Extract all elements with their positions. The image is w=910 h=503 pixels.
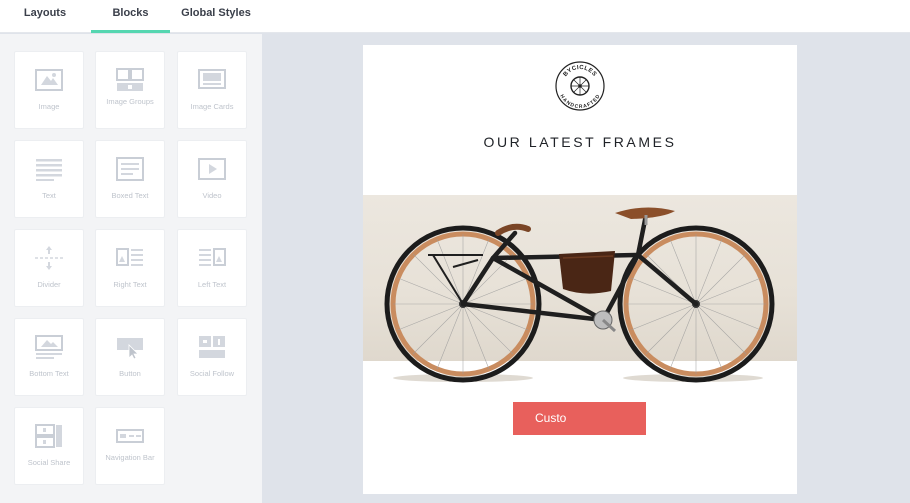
top-tab-bar: Layouts Blocks Global Styles — [0, 0, 910, 33]
block-label: Social Follow — [189, 369, 235, 378]
block-video[interactable]: Video — [177, 140, 247, 218]
block-image-groups[interactable]: Image Groups — [95, 51, 165, 129]
divider-icon — [35, 246, 63, 270]
logo-top-text: BYCICLES — [563, 65, 597, 78]
block-text[interactable]: Text — [14, 140, 84, 218]
boxed-text-icon — [116, 157, 144, 181]
block-label: Image Cards — [190, 102, 234, 111]
bicycle-image — [384, 207, 775, 383]
image-cards-icon — [198, 69, 226, 89]
video-icon — [198, 158, 226, 180]
tab-blocks[interactable]: Blocks — [91, 0, 170, 33]
email-headline: OUR LATEST FRAMES — [483, 134, 677, 150]
block-bottom-text[interactable]: Bottom Text — [14, 318, 84, 396]
block-label: Image — [38, 102, 60, 111]
block-label: Right Text — [113, 280, 147, 289]
block-label: Divider — [37, 280, 61, 289]
svg-text:HANDCRAFTED: HANDCRAFTED — [558, 93, 601, 110]
social-share-icon — [35, 424, 62, 448]
block-label: Left Text — [197, 280, 227, 289]
navigation-bar-icon — [116, 429, 144, 443]
block-image[interactable]: Image — [14, 51, 84, 129]
image-group-icon — [116, 68, 144, 91]
block-label: Social Share — [27, 458, 71, 467]
block-left-text[interactable]: Left Text — [177, 229, 247, 307]
text-icon — [36, 159, 62, 181]
block-social-share[interactable]: Social Share — [14, 407, 84, 485]
block-label: Boxed Text — [111, 191, 149, 200]
block-label: Navigation Bar — [105, 453, 155, 462]
block-label: Text — [42, 191, 56, 200]
bicycles-logo: BYCICLES HANDCRAFTED — [555, 61, 605, 111]
social-follow-icon — [199, 336, 225, 358]
email-preview: BYCICLES HANDCRAFTED OUR LATEST FRAMES C… — [363, 45, 797, 494]
block-boxed-text[interactable]: Boxed Text — [95, 140, 165, 218]
block-right-text[interactable]: Right Text — [95, 229, 165, 307]
block-social-follow[interactable]: Social Follow — [177, 318, 247, 396]
image-icon — [35, 69, 63, 91]
logo-bottom-text: HANDCRAFTED — [558, 93, 601, 110]
block-label: Image Groups — [106, 97, 154, 106]
block-label: Video — [202, 191, 222, 200]
block-label: Button — [119, 369, 141, 378]
tab-layouts[interactable]: Layouts — [16, 0, 74, 33]
block-divider[interactable]: Divider — [14, 229, 84, 307]
left-text-icon — [199, 248, 226, 266]
block-button[interactable]: Button — [95, 318, 165, 396]
cta-button[interactable]: Custo — [513, 402, 646, 435]
block-label: Bottom Text — [29, 369, 69, 378]
blocks-panel: Image Image Groups Image Cards Text Boxe… — [0, 34, 262, 503]
block-image-cards[interactable]: Image Cards — [177, 51, 247, 129]
bottom-text-icon — [35, 335, 63, 359]
button-icon — [117, 338, 143, 360]
block-navigation-bar[interactable]: Navigation Bar — [95, 407, 165, 485]
right-text-icon — [116, 248, 143, 266]
svg-text:BYCICLES: BYCICLES — [563, 65, 598, 78]
tab-global-styles[interactable]: Global Styles — [180, 0, 252, 33]
